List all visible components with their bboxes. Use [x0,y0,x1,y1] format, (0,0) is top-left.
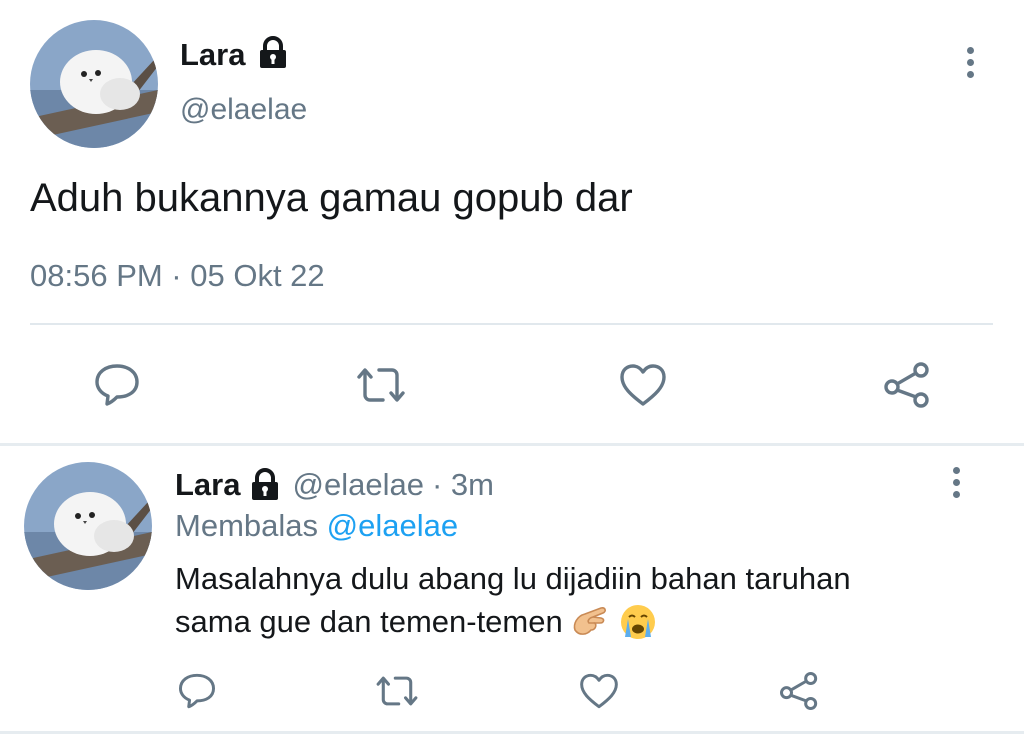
reply-text-line2-text: sama gue dan temen-temen [175,604,563,639]
retweet-icon [376,676,418,706]
share-icon [884,362,929,408]
tweet-timestamp[interactable]: 08:56 PM · 05 Okt 22 [30,258,325,294]
reply-text-line2: sama gue dan temen-temen [175,603,657,641]
lock-icon [252,468,279,500]
reply-button[interactable] [90,358,144,412]
reply-text-line1: Masalahnya dulu abang lu dijadiin bahan … [175,561,851,596]
reply-like-button[interactable] [576,668,622,714]
reply-author-handle[interactable]: @elaelae [292,467,423,503]
author-handle[interactable]: @elaelae [180,93,307,127]
reply-icon [95,364,139,406]
retweet-button[interactable] [352,358,410,412]
reply-avatar[interactable] [24,462,152,590]
reply-time[interactable]: · 3m [432,467,494,503]
retweet-icon [357,368,405,402]
reply-reply-button[interactable] [174,668,220,714]
reply-icon [178,673,216,709]
reply-retweet-button[interactable] [372,668,422,714]
tweet-text: Aduh bukannya gamau gopub dar [30,176,633,220]
divider [30,323,993,325]
reply-share-button[interactable] [776,668,822,714]
like-icon [620,364,666,406]
replying-to-handle[interactable]: @elaelae [327,508,458,543]
more-options-icon[interactable] [965,47,975,78]
reply-author-name[interactable]: Lara [175,467,240,503]
like-button[interactable] [616,358,670,412]
share-icon [780,672,818,710]
share-button[interactable] [880,358,934,412]
reply-more-options-icon[interactable] [951,467,961,498]
like-icon [580,673,618,709]
replying-label: Membalas [175,508,318,543]
section-separator [0,443,1024,446]
main-avatar[interactable] [30,20,158,148]
pinching-hand-emoji [573,607,606,635]
author-name[interactable]: Lara [180,37,245,73]
crying-face-emoji [620,605,655,639]
lock-icon [260,36,286,68]
replying-to: Membalas @elaelae [175,508,458,544]
reply-header: Lara @elaelae · 3m [175,467,494,503]
